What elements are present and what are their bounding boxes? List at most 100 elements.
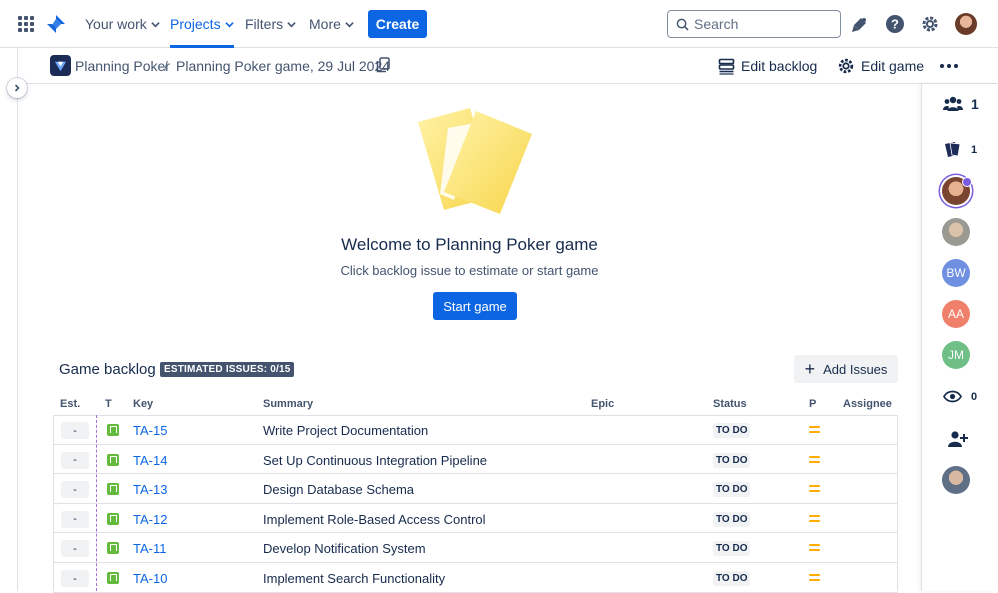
issue-key-link[interactable]: TA-14 (133, 453, 167, 468)
priority-medium-icon (809, 544, 820, 554)
chevron-down-icon (224, 21, 234, 27)
edit-game-button[interactable]: Edit game (837, 56, 924, 76)
participants-count[interactable]: 1 (943, 95, 979, 113)
issue-key-link[interactable]: TA-13 (133, 482, 167, 497)
issue-summary[interactable]: Implement Search Functionality (263, 571, 445, 586)
participants-panel (921, 84, 998, 591)
expand-sidebar-button[interactable] (7, 78, 27, 98)
settings-gear-icon[interactable] (919, 13, 941, 35)
planning-poker-logo-icon[interactable] (50, 55, 71, 76)
svg-text:?: ? (891, 17, 899, 32)
nav-more-label: More (309, 16, 341, 32)
column-header-summary[interactable]: Summary (263, 398, 313, 410)
edit-backlog-button[interactable]: Edit backlog (718, 56, 817, 76)
status-lozenge: TO DO (713, 423, 751, 438)
search-input[interactable]: Search (667, 10, 841, 38)
priority-medium-icon (809, 514, 820, 525)
eye-icon (943, 390, 962, 403)
status-lozenge: TO DO (713, 511, 751, 527)
participant-avatar-jm[interactable]: JM (942, 341, 970, 369)
drag-divider (96, 415, 97, 591)
story-type-icon (107, 572, 119, 584)
user-avatar[interactable] (955, 13, 977, 35)
estimate-cell[interactable]: - (61, 510, 89, 528)
estimate-cell[interactable]: - (61, 540, 89, 558)
help-icon[interactable]: ? (884, 13, 906, 35)
more-actions-icon[interactable] (940, 64, 958, 68)
column-header-assignee[interactable]: Assignee (843, 398, 892, 410)
nav-your-work[interactable]: Your work (85, 0, 160, 48)
breadcrumb-project[interactable]: Planning Poker (75, 58, 170, 74)
spectators-count[interactable]: 0 (943, 389, 977, 404)
people-group-icon (943, 96, 963, 111)
participant-avatar[interactable] (942, 218, 970, 246)
welcome-hint: Click backlog issue to estimate or start… (340, 263, 599, 278)
start-game-button[interactable]: Start game (433, 292, 517, 320)
backlog-title: Game backlog (59, 361, 156, 378)
breadcrumb-game[interactable]: Planning Poker game, 29 Jul 2024 (176, 58, 390, 74)
column-header-type[interactable]: T (105, 398, 112, 410)
participant-avatar-bw[interactable]: BW (942, 259, 970, 287)
estimate-cell[interactable]: - (61, 422, 89, 439)
column-header-epic[interactable]: Epic (591, 398, 614, 410)
voted-cards-value: 1 (971, 143, 978, 156)
nav-your-work-label: Your work (85, 16, 147, 32)
priority-medium-icon (809, 426, 820, 436)
issue-summary[interactable]: Implement Role-Based Access Control (263, 512, 486, 527)
participant-avatar-aa[interactable]: AA (942, 300, 970, 328)
copy-icon[interactable] (376, 57, 390, 73)
top-navigation: Your work Projects Filters More Create S… (0, 0, 998, 48)
backlog-icon (718, 58, 735, 75)
nav-filters-label: Filters (245, 16, 284, 32)
issue-summary[interactable]: Develop Notification System (263, 541, 426, 556)
welcome-title: Welcome to Planning Poker game (341, 235, 598, 254)
column-header-key[interactable]: Key (133, 398, 153, 410)
current-user-avatar[interactable] (942, 466, 970, 494)
column-header-status[interactable]: Status (713, 398, 747, 410)
table-row[interactable] (53, 563, 898, 593)
plus-icon: + (804, 358, 816, 379)
issue-summary[interactable]: Design Database Schema (263, 482, 414, 497)
nav-projects[interactable]: Projects (170, 0, 234, 48)
add-issues-button[interactable]: + Add Issues (794, 355, 898, 383)
nav-filters[interactable]: Filters (245, 0, 296, 48)
issue-key-link[interactable]: TA-15 (133, 423, 167, 438)
edit-backlog-label: Edit backlog (741, 58, 818, 74)
table-row[interactable] (53, 533, 898, 563)
priority-medium-icon (809, 574, 820, 584)
estimate-cell[interactable]: - (61, 570, 89, 587)
issue-key-link[interactable]: TA-12 (133, 512, 167, 527)
app-switcher-icon[interactable] (18, 16, 34, 32)
issue-summary[interactable]: Set Up Continuous Integration Pipeline (263, 453, 487, 468)
edit-game-label: Edit game (861, 58, 925, 74)
estimate-cell[interactable]: - (61, 451, 89, 469)
status-lozenge: TO DO (713, 571, 751, 586)
issue-key-link[interactable]: TA-11 (133, 541, 166, 556)
poker-cards-illustration (418, 108, 532, 214)
nav-more[interactable]: More (309, 0, 354, 48)
priority-medium-icon (809, 485, 820, 495)
table-row[interactable] (53, 415, 898, 445)
table-row[interactable] (53, 474, 898, 504)
notifications-icon[interactable] (849, 13, 871, 35)
add-issues-label: Add Issues (823, 361, 888, 377)
jira-logo-icon[interactable] (46, 14, 66, 34)
chevron-down-icon (287, 21, 296, 27)
issue-summary[interactable]: Write Project Documentation (263, 423, 428, 438)
participants-count-value: 1 (971, 96, 979, 112)
estimate-cell[interactable]: - (61, 481, 89, 499)
search-icon (676, 18, 689, 31)
cards-icon (945, 142, 961, 157)
column-header-est[interactable]: Est. (60, 398, 80, 410)
priority-medium-icon (809, 455, 820, 466)
invite-user-icon[interactable] (948, 430, 968, 453)
story-type-icon (107, 483, 119, 496)
status-lozenge: TO DO (713, 541, 751, 557)
issue-key-link[interactable]: TA-10 (133, 571, 167, 586)
status-lozenge: TO DO (713, 452, 751, 468)
search-placeholder: Search (694, 16, 739, 32)
create-button[interactable]: Create (368, 10, 427, 38)
chevron-right-icon (14, 84, 20, 92)
chevron-down-icon (151, 21, 160, 27)
column-header-priority[interactable]: P (809, 398, 816, 410)
